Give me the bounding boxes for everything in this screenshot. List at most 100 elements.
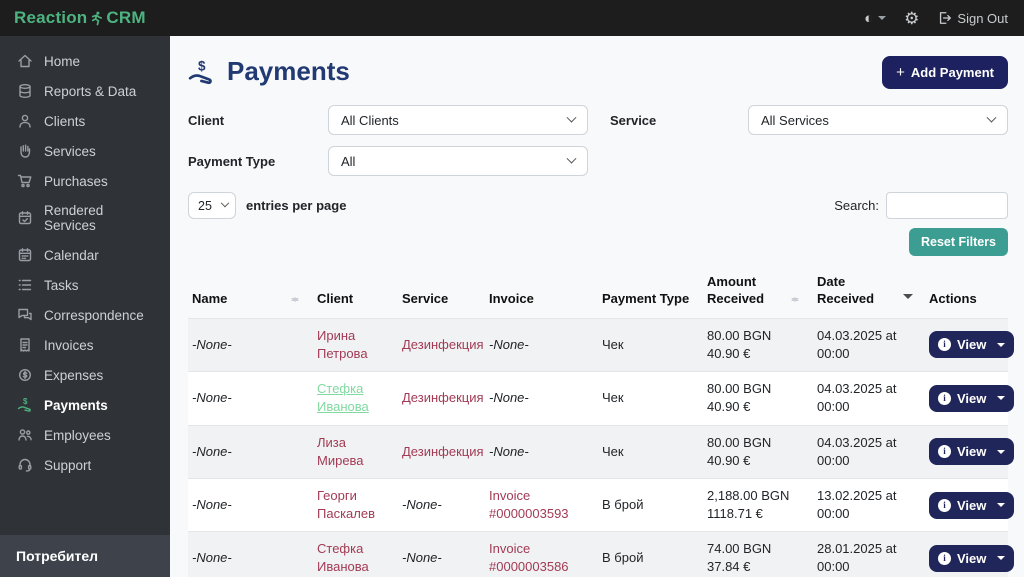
column-header-service[interactable]: Service — [398, 270, 485, 318]
column-header-payment-type[interactable]: Payment Type — [598, 270, 703, 318]
sidebar-item-correspondence[interactable]: Correspondence — [0, 300, 170, 330]
app-window: Reaction CRM ◐ ⚙ Sign Out Home Reports &… — [0, 0, 1024, 577]
invoice-cell: -None- — [489, 390, 529, 406]
entries-per-page-select[interactable]: 25 — [188, 192, 236, 219]
sidebar-item-services[interactable]: Services — [0, 136, 170, 166]
add-payment-button[interactable]: + Add Payment — [882, 56, 1008, 89]
view-button[interactable]: i View — [929, 491, 1015, 519]
main-content: $ Payments + Add Payment Client All Clie… — [170, 36, 1024, 577]
service-link[interactable]: Дезинфекция — [402, 337, 484, 352]
sidebar-item-label: Reports & Data — [44, 83, 137, 99]
sidebar-item-expenses[interactable]: Expenses — [0, 360, 170, 390]
info-icon: i — [938, 338, 951, 352]
settings-button[interactable]: ⚙ — [904, 10, 919, 27]
name-cell: -None- — [192, 443, 232, 459]
table-row: -None- Ирина Петрова Дезинфекция -None- … — [188, 318, 1015, 372]
name-cell: -None- — [192, 550, 232, 566]
column-header-invoice[interactable]: Invoice — [485, 270, 598, 318]
search-label: Search: — [834, 198, 879, 213]
reset-row: Reset Filters — [188, 228, 1008, 256]
filter-row-1: Client All Clients Service All Services — [188, 105, 1008, 135]
list-controls: 25 entries per page Search: — [188, 192, 1008, 219]
svg-text:$: $ — [22, 397, 27, 406]
client-link[interactable]: Стефка Иванова — [317, 381, 369, 414]
date-cell: 28.01.2025 at 00:00 — [817, 541, 897, 575]
column-header-client[interactable]: Client — [313, 270, 398, 318]
client-link[interactable]: Лиза Мирева — [317, 435, 364, 468]
column-label: Amount Received — [707, 274, 765, 306]
payment-type-select-value: All — [341, 153, 356, 169]
caret-down-icon — [997, 503, 1006, 511]
sidebar-item-label: Support — [44, 457, 92, 473]
view-button[interactable]: i View — [929, 544, 1015, 572]
sidebar-item-rendered-services[interactable]: Rendered Services — [0, 196, 170, 240]
sidebar-item-tasks[interactable]: Tasks — [0, 270, 170, 300]
sidebar-item-invoices[interactable]: Invoices — [0, 330, 170, 360]
theme-toggle[interactable]: ◐ — [864, 9, 887, 27]
hand-dollar-icon: $ — [188, 58, 218, 85]
invoice-link[interactable]: Invoice #0000003586 — [489, 541, 569, 574]
caret-down-icon — [997, 556, 1006, 564]
sidebar-item-purchases[interactable]: Purchases — [0, 166, 170, 196]
chevron-down-icon — [566, 153, 577, 164]
client-select[interactable]: All Clients — [328, 105, 588, 135]
info-icon: i — [938, 391, 951, 405]
info-icon: i — [938, 445, 951, 459]
sidebar-item-label: Tasks — [44, 277, 79, 293]
sidebar-item-label: Purchases — [44, 173, 108, 189]
view-button[interactable]: i View — [929, 384, 1015, 412]
view-button[interactable]: i View — [929, 331, 1015, 359]
brand-reaction: Reaction — [14, 8, 88, 27]
chevron-down-icon — [220, 198, 230, 207]
client-link[interactable]: Георги Паскалев — [317, 488, 375, 521]
calendar-icon — [16, 247, 33, 263]
sidebar-item-clients[interactable]: Clients — [0, 106, 170, 136]
view-label: View — [957, 390, 987, 406]
sidebar-footer-user-role[interactable]: Потребител — [0, 535, 170, 577]
name-cell: -None- — [192, 390, 232, 406]
reset-filters-button[interactable]: Reset Filters — [908, 228, 1008, 256]
topbar: ◐ ⚙ Sign Out — [170, 0, 1024, 36]
sidebar-item-employees[interactable]: Employees — [0, 420, 170, 450]
view-button[interactable]: i View — [929, 438, 1015, 466]
sidebar-item-home[interactable]: Home — [0, 46, 170, 76]
info-icon: i — [938, 551, 951, 565]
sidebar-item-calendar[interactable]: Calendar — [0, 240, 170, 270]
service-link[interactable]: Дезинфекция — [402, 390, 484, 405]
search-input[interactable] — [886, 192, 1008, 219]
sort-desc-icon — [903, 293, 913, 306]
chevron-down-icon — [986, 112, 997, 123]
amount-bgn: 80.00 BGN — [707, 434, 772, 450]
runner-icon — [89, 10, 104, 26]
caret-down-icon — [997, 342, 1006, 351]
client-link[interactable]: Стефка Иванова — [317, 541, 369, 574]
sidebar-item-label: Clients — [44, 113, 86, 129]
table-row: -None- Георги Паскалев -None- Invoice #0… — [188, 478, 1015, 532]
theme-icon: ◐ — [864, 9, 874, 27]
column-header-name[interactable]: Name — [188, 270, 313, 318]
add-payment-label: Add Payment — [910, 65, 994, 80]
sidebar-item-payments[interactable]: $ Payments — [0, 390, 170, 420]
sign-out-button[interactable]: Sign Out — [937, 11, 1008, 26]
gear-icon: ⚙ — [904, 8, 920, 28]
table-row: -None- Стефка Иванова -None- Invoice #00… — [188, 531, 1015, 577]
column-label: Service — [402, 290, 449, 306]
client-link[interactable]: Ирина Петрова — [317, 328, 368, 361]
payment-type-select[interactable]: All — [328, 146, 588, 176]
app-logo[interactable]: Reaction CRM — [14, 8, 146, 28]
service-cell: -None- — [402, 550, 442, 566]
service-link[interactable]: Дезинфекция — [402, 444, 484, 459]
service-select[interactable]: All Services — [748, 105, 1008, 135]
sidebar-item-reports[interactable]: Reports & Data — [0, 76, 170, 106]
payment-type-cell: Чек — [602, 443, 624, 459]
sidebar-item-support[interactable]: Support — [0, 450, 170, 480]
table-row: -None- Стефка Иванова Дезинфекция -None-… — [188, 371, 1015, 426]
chat-bubbles-icon — [16, 307, 33, 323]
column-header-date-received[interactable]: Date Received — [813, 270, 925, 318]
sidebar-item-label: Invoices — [44, 337, 94, 353]
column-header-amount-received[interactable]: Amount Received — [703, 270, 813, 318]
filter-row-2: Payment Type All — [188, 146, 1008, 176]
payment-type-filter-label: Payment Type — [188, 153, 276, 169]
payments-table: Name Client Service Invoice Payment Type… — [188, 270, 1015, 577]
invoice-link[interactable]: Invoice #0000003593 — [489, 488, 569, 521]
